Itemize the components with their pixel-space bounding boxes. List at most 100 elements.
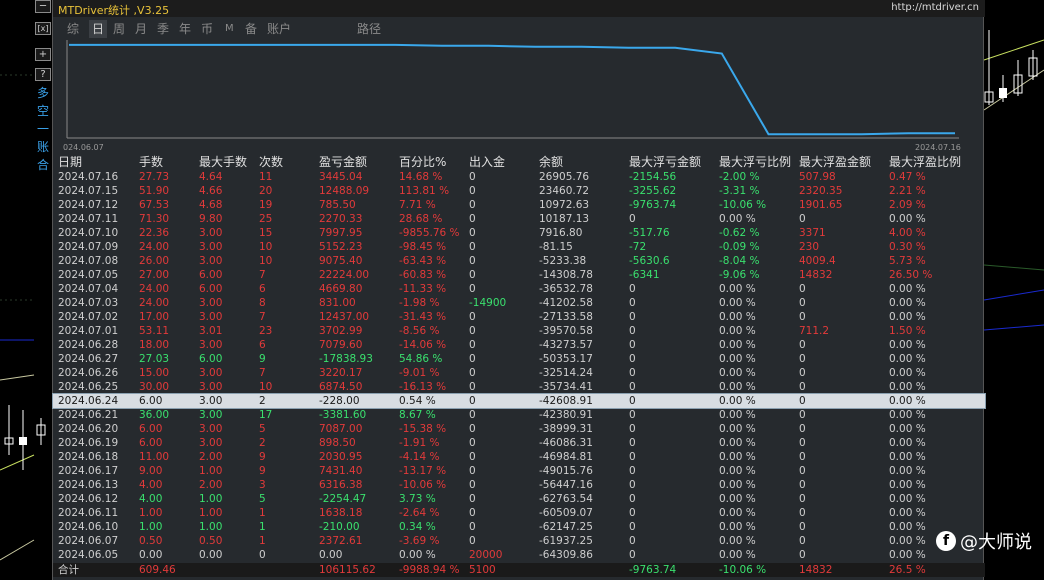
table-row[interactable]: 2024.07.09 24.00 3.00 10 5152.23 -98.45 % 0 -81…: [53, 240, 985, 254]
toolbar-item-account[interactable]: 账: [34, 140, 52, 154]
total-max-float-loss-ratio: -10.06 %: [719, 564, 767, 576]
cell-lots: 24.00: [139, 283, 170, 295]
minimize-button[interactable]: ─: [35, 0, 51, 13]
cell-max-float-loss-ratio: -0.09 %: [719, 241, 760, 253]
table-row[interactable]: 2024.06.13 4.00 2.00 3 6316.38 -10.06 % 0 -5644…: [53, 478, 985, 492]
cell-lots: 71.30: [139, 213, 170, 225]
table-row[interactable]: 2024.06.26 15.00 3.00 7 3220.17 -9.01 % 0 -3251…: [53, 366, 985, 380]
cell-max-float-profit: 0: [799, 465, 806, 477]
cell-balance: -81.15: [539, 241, 573, 253]
toolbar-item-short[interactable]: 空: [34, 104, 52, 118]
table-row[interactable]: 2024.06.18 11.00 2.00 9 2030.95 -4.14 % 0 -4698…: [53, 450, 985, 464]
table-row[interactable]: 2024.06.10 1.00 1.00 1 -210.00 0.34 % 0 -62147.…: [53, 520, 985, 534]
tab-summary[interactable]: 综: [67, 20, 79, 38]
cell-lots: 67.53: [139, 199, 170, 211]
cell-lots: 18.00: [139, 339, 170, 351]
add-button[interactable]: +: [35, 48, 51, 61]
table-row[interactable]: 2024.07.16 27.73 4.64 11 3445.04 14.68 % 0 2690…: [53, 170, 985, 184]
col-deposit[interactable]: 出入金: [469, 154, 505, 170]
col-max-float-profit-ratio[interactable]: 最大浮盈比例: [889, 154, 961, 170]
cell-balance: -62147.25: [539, 521, 593, 533]
cell-max-float-loss-ratio: 0.00 %: [719, 479, 756, 491]
tab-currency[interactable]: 币: [201, 20, 213, 38]
cell-lots: 27.00: [139, 269, 170, 281]
col-pnl[interactable]: 盈亏金额: [319, 154, 367, 170]
cell-max-float-profit-ratio: 2.09 %: [889, 199, 926, 211]
table-row[interactable]: 2024.07.12 67.53 4.68 19 785.50 7.71 % 0 10972.…: [53, 198, 985, 212]
app-url-link[interactable]: http://mtdriver.cn: [891, 2, 979, 13]
toolbar-item-long[interactable]: 多: [34, 86, 52, 100]
cell-date: 2024.06.25: [58, 381, 119, 393]
table-row[interactable]: 2024.07.04 24.00 6.00 6 4669.80 -11.33 % 0 -365…: [53, 282, 985, 296]
tab-month[interactable]: 月: [135, 20, 147, 38]
cell-max-float-loss-ratio: 0.00 %: [719, 367, 756, 379]
cell-pnl: 2030.95: [319, 451, 363, 463]
table-row[interactable]: 2024.06.27 27.03 6.00 9 -17838.93 54.86 % 0 -50…: [53, 352, 985, 366]
table-row[interactable]: 2024.06.05 0.00 0.00 0 0.00 0.00 % 20000 -64309…: [53, 548, 985, 562]
table-row[interactable]: 2024.06.19 6.00 3.00 2 898.50 -1.91 % 0 -46086.…: [53, 436, 985, 450]
col-max-lots[interactable]: 最大手数: [199, 154, 247, 170]
cell-balance: -46984.81: [539, 451, 593, 463]
col-lots[interactable]: 手数: [139, 154, 163, 170]
table-row[interactable]: 2024.07.03 24.00 3.00 8 831.00 -1.98 % -14900 -…: [53, 296, 985, 310]
table-row[interactable]: 2024.06.28 18.00 3.00 6 7079.60 -14.06 % 0 -432…: [53, 338, 985, 352]
col-max-float-loss-ratio[interactable]: 最大浮亏比例: [719, 154, 791, 170]
table-row[interactable]: 2024.06.20 6.00 3.00 5 7087.00 -15.38 % 0 -3899…: [53, 422, 985, 436]
cell-count: 7: [259, 269, 266, 281]
table-row[interactable]: 2024.06.07 0.50 0.50 1 2372.61 -3.69 % 0 -61937…: [53, 534, 985, 548]
cell-max-float-profit: 0: [799, 521, 806, 533]
cell-pnl: 7997.95: [319, 227, 363, 239]
table-row[interactable]: 2024.07.02 17.00 3.00 7 12437.00 -31.43 % 0 -27…: [53, 310, 985, 324]
tab-m[interactable]: M: [225, 20, 234, 38]
cell-deposit: 0: [469, 227, 476, 239]
col-max-float-profit[interactable]: 最大浮盈金额: [799, 154, 871, 170]
cell-count: 9: [259, 451, 266, 463]
cell-deposit: 0: [469, 409, 476, 421]
cell-max-float-profit-ratio: 0.00 %: [889, 437, 926, 449]
cell-date: 2024.06.28: [58, 339, 119, 351]
table-row[interactable]: 2024.07.11 71.30 9.80 25 2270.33 28.68 % 0 1018…: [53, 212, 985, 226]
cell-balance: -61937.25: [539, 535, 593, 547]
help-button[interactable]: ?: [35, 68, 51, 81]
toolbar-item-merge[interactable]: 合: [34, 158, 52, 172]
toolbar-item-one[interactable]: 一: [34, 122, 52, 136]
col-count[interactable]: 次数: [259, 154, 283, 170]
table-row[interactable]: 2024.07.01 53.11 3.01 23 3702.99 -8.56 % 0 -395…: [53, 324, 985, 338]
close-button[interactable]: [x]: [35, 22, 51, 35]
table-row[interactable]: 2024.07.08 26.00 3.00 10 9075.40 -63.43 % 0 -52…: [53, 254, 985, 268]
total-max-float-loss: -9763.74: [629, 564, 677, 576]
cell-balance: 7916.80: [539, 227, 583, 239]
table-row[interactable]: 2024.06.17 9.00 1.00 9 7431.40 -13.17 % 0 -4901…: [53, 464, 985, 478]
cell-deposit: 20000: [469, 549, 503, 561]
cell-deposit: 0: [469, 493, 476, 505]
cell-deposit: 0: [469, 283, 476, 295]
table-row[interactable]: 2024.07.10 22.36 3.00 15 7997.95 -9855.76 % 0 7…: [53, 226, 985, 240]
cell-max-float-profit: 4009.4: [799, 255, 836, 267]
col-date[interactable]: 日期: [58, 154, 82, 170]
table-row[interactable]: 2024.07.05 27.00 6.00 7 22224.00 -60.83 % 0 -14…: [53, 268, 985, 282]
cell-date: 2024.06.11: [58, 507, 119, 519]
col-max-float-loss[interactable]: 最大浮亏金额: [629, 154, 701, 170]
cell-percent: 0.00 %: [399, 549, 436, 561]
table-row[interactable]: 2024.06.12 4.00 1.00 5 -2254.47 3.73 % 0 -62763…: [53, 492, 985, 506]
table-row[interactable]: 2024.06.24 6.00 3.00 2 -228.00 0.54 % 0 -42608.…: [52, 393, 986, 409]
tab-year[interactable]: 年: [179, 20, 191, 38]
app-title: MTDriver统计 ,V3.25: [58, 4, 170, 17]
col-percent[interactable]: 百分比%: [399, 154, 446, 170]
equity-line: [69, 43, 955, 136]
tab-path[interactable]: 路径: [357, 20, 381, 38]
table-row[interactable]: 2024.06.25 30.00 3.00 10 6874.50 -16.13 % 0 -35…: [53, 380, 985, 394]
tab-account[interactable]: 账户: [267, 20, 291, 38]
tab-note[interactable]: 备: [245, 20, 257, 38]
cell-max-lots: 3.01: [199, 325, 223, 337]
table-row[interactable]: 2024.06.11 1.00 1.00 1 1638.18 -2.64 % 0 -60509…: [53, 506, 985, 520]
table-row[interactable]: 2024.06.21 36.00 3.00 17 -3381.60 8.67 % 0 -423…: [53, 408, 985, 422]
cell-percent: 0.54 %: [399, 395, 436, 407]
tab-day[interactable]: 日: [89, 20, 107, 38]
cell-max-float-loss-ratio: -9.06 %: [719, 269, 760, 281]
col-balance[interactable]: 余额: [539, 154, 563, 170]
cell-percent: 113.81 %: [399, 185, 450, 197]
table-row[interactable]: 2024.07.15 51.90 4.66 20 12488.09 113.81 % 0 23…: [53, 184, 985, 198]
tab-quarter[interactable]: 季: [157, 20, 169, 38]
tab-week[interactable]: 周: [113, 20, 125, 38]
